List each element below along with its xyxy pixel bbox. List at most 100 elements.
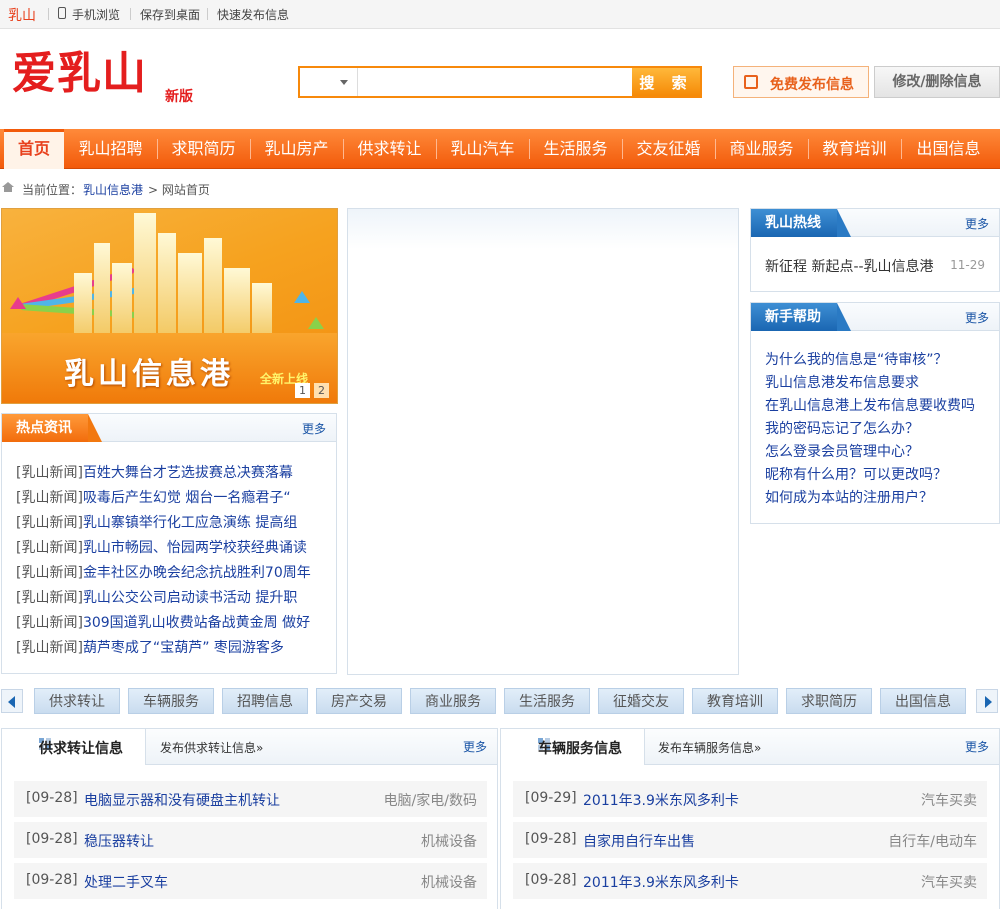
category-tab[interactable]: 生活服务 [504,688,590,714]
divider [130,8,131,20]
help-link[interactable]: 在乳山信息港上发布信息要收费吗 [765,395,975,415]
row-title[interactable]: 稳压器转让 [84,831,154,851]
row-category: 汽车买卖 [921,793,977,809]
table-row[interactable]: [09-28] 自家用自行车出售 自行车/电动车 [513,822,987,858]
nav-item-trade[interactable]: 供求转让 [343,129,436,169]
row-title[interactable]: 处理二手叉车 [84,872,168,892]
nav-item-housing[interactable]: 乳山房产 [250,129,343,169]
row-title[interactable]: 2011年3.9米东风多利卡 [583,790,739,810]
table-row[interactable]: [09-28] 处理二手叉车 机械设备 [14,863,487,899]
quick-publish-link[interactable]: 快速发布信息 [217,6,289,23]
publish-vehicle-link[interactable]: 发布车辆服务信息» [658,739,761,756]
list-item[interactable]: [乳山新闻]乳山公交公司启动读书活动 提升职 [16,587,297,607]
table-row[interactable]: [09-28] 电脑显示器和没有硬盘主机转让 电脑/家电/数码 [14,781,487,817]
list-item[interactable]: [乳山新闻]金丰社区办晚会纪念抗战胜利70周年 [16,562,311,582]
section-title-tab[interactable]: 供求转让信息 [2,729,146,765]
row-category: 汽车买卖 [921,875,977,891]
city-switcher[interactable]: 乳山 [8,5,36,25]
category-tab[interactable]: 商业服务 [410,688,496,714]
help-link[interactable]: 如何成为本站的注册用户？ [765,487,933,507]
search-category-select[interactable] [300,68,358,96]
strip-next-button[interactable] [976,689,998,713]
hot-news-title: 热点资讯 [2,414,102,442]
category-tab[interactable]: 车辆服务 [128,688,214,714]
list-item[interactable]: [乳山新闻]乳山寨镇举行化工应急演练 提高组 [16,512,297,532]
help-title: 新手帮助 [751,303,851,331]
news-title[interactable]: 葫芦枣成了“宝葫芦” 枣园游客多 [83,640,284,656]
nav-item-cars[interactable]: 乳山汽车 [436,129,529,169]
site-logo[interactable]: 爱乳山 [12,52,147,96]
category-tab[interactable]: 招聘信息 [222,688,308,714]
modify-delete-button[interactable]: 修改/删除信息 [874,66,1000,98]
news-title[interactable]: 乳山公交公司启动读书活动 提升职 [83,590,297,606]
category-strip: 供求转让 车辆服务 招聘信息 房产交易 商业服务 生活服务 征婚交友 教育培训 … [0,686,1000,716]
panel-header: 热点资讯 更多 [2,414,336,442]
row-category: 电脑/家电/数码 [383,793,477,809]
row-date: [09-28] [525,872,577,888]
list-item[interactable]: [乳山新闻]葫芦枣成了“宝葫芦” 枣园游客多 [16,637,284,657]
category-tab[interactable]: 征婚交友 [598,688,684,714]
row-title[interactable]: 电脑显示器和没有硬盘主机转让 [84,790,280,810]
category-tab[interactable]: 出国信息 [880,688,966,714]
top-bar: 乳山 手机浏览 保存到桌面 快速发布信息 [0,0,1000,29]
nav-item-home[interactable]: 首页 [4,129,64,169]
nav-item-dating[interactable]: 交友征婚 [622,129,715,169]
chevron-down-icon [340,80,348,85]
help-link[interactable]: 为什么我的信息是“待审核”？ [765,349,948,369]
nav-item-business[interactable]: 商业服务 [715,129,808,169]
table-row[interactable]: [09-29] 2011年3.9米东风多利卡 汽车买卖 [513,781,987,817]
help-more-link[interactable]: 更多 [965,309,989,326]
category-tab[interactable]: 教育培训 [692,688,778,714]
save-to-desktop-link[interactable]: 保存到桌面 [140,6,200,23]
slide-page-2[interactable]: 2 [314,383,329,398]
help-link[interactable]: 昵称有什么用？可以更改吗？ [765,464,947,484]
divider [48,8,49,20]
nav-item-jobs[interactable]: 乳山招聘 [64,129,157,169]
news-title[interactable]: 百姓大舞台才艺选拔赛总决赛落幕 [83,465,293,481]
free-publish-button[interactable]: 免费发布信息 [733,66,869,98]
help-link[interactable]: 乳山信息港发布信息要求 [765,372,919,392]
news-title[interactable]: 金丰社区办晚会纪念抗战胜利70周年 [83,565,311,581]
category-tab[interactable]: 求职简历 [786,688,872,714]
nav-item-abroad[interactable]: 出国信息 [901,129,996,169]
center-content-panel [347,208,739,675]
hotline-item[interactable]: 新征程 新起点--乳山信息港 [765,256,934,276]
list-item[interactable]: [乳山新闻]吸毒后产生幻觉 烟台一名瘾君子“ [16,487,291,507]
list-item[interactable]: [乳山新闻]乳山市畅园、怡园两学校获经典诵读 [16,537,307,557]
nav-item-education[interactable]: 教育培训 [808,129,901,169]
news-title[interactable]: 吸毒后产生幻觉 烟台一名瘾君子“ [83,490,291,506]
help-link[interactable]: 怎么登录会员管理中心？ [765,441,919,461]
row-category: 机械设备 [421,875,477,891]
banner-slideshow[interactable]: 乳山信息港 全新上线 1 2 [1,208,338,404]
strip-prev-button[interactable] [1,689,23,713]
list-item[interactable]: [乳山新闻]309国道乳山收费站备战黄金周 做好 [16,612,310,632]
category-tab[interactable]: 供求转让 [34,688,120,714]
list-item[interactable]: [乳山新闻]百姓大舞台才艺选拔赛总决赛落幕 [16,462,293,482]
section-title-tab[interactable]: 车辆服务信息 [501,729,645,765]
news-title[interactable]: 309国道乳山收费站备战黄金周 做好 [83,615,310,631]
news-title[interactable]: 乳山市畅园、怡园两学校获经典诵读 [83,540,307,556]
section-header: 车辆服务信息 发布车辆服务信息» 更多 [501,729,999,765]
news-title[interactable]: 乳山寨镇举行化工应急演练 提高组 [83,515,297,531]
mobile-browse-link[interactable]: 手机浏览 [72,6,120,23]
publish-trade-link[interactable]: 发布供求转让信息» [160,739,263,756]
row-title[interactable]: 自家用自行车出售 [583,831,695,851]
row-date: [09-29] [525,790,577,806]
divider [207,8,208,20]
help-link[interactable]: 我的密码忘记了怎么办？ [765,418,919,438]
search-button[interactable]: 搜 索 [632,68,700,96]
hot-news-more-link[interactable]: 更多 [302,420,326,437]
row-title[interactable]: 2011年3.9米东风多利卡 [583,872,739,892]
main-nav: 首页 乳山招聘 求职简历 乳山房产 供求转让 乳山汽车 生活服务 交友征婚 商业… [0,129,1000,169]
breadcrumb-link-home[interactable]: 乳山信息港 [83,181,143,198]
table-row[interactable]: [09-28] 2011年3.9米东风多利卡 汽车买卖 [513,863,987,899]
table-row[interactable]: [09-28] 稳压器转让 机械设备 [14,822,487,858]
search-input[interactable] [359,68,634,96]
vehicle-more-link[interactable]: 更多 [965,738,989,755]
slide-page-1[interactable]: 1 [295,383,310,398]
nav-item-life-services[interactable]: 生活服务 [529,129,622,169]
category-tab[interactable]: 房产交易 [316,688,402,714]
hotline-more-link[interactable]: 更多 [965,215,989,232]
trade-more-link[interactable]: 更多 [463,738,487,755]
nav-item-resumes[interactable]: 求职简历 [157,129,250,169]
